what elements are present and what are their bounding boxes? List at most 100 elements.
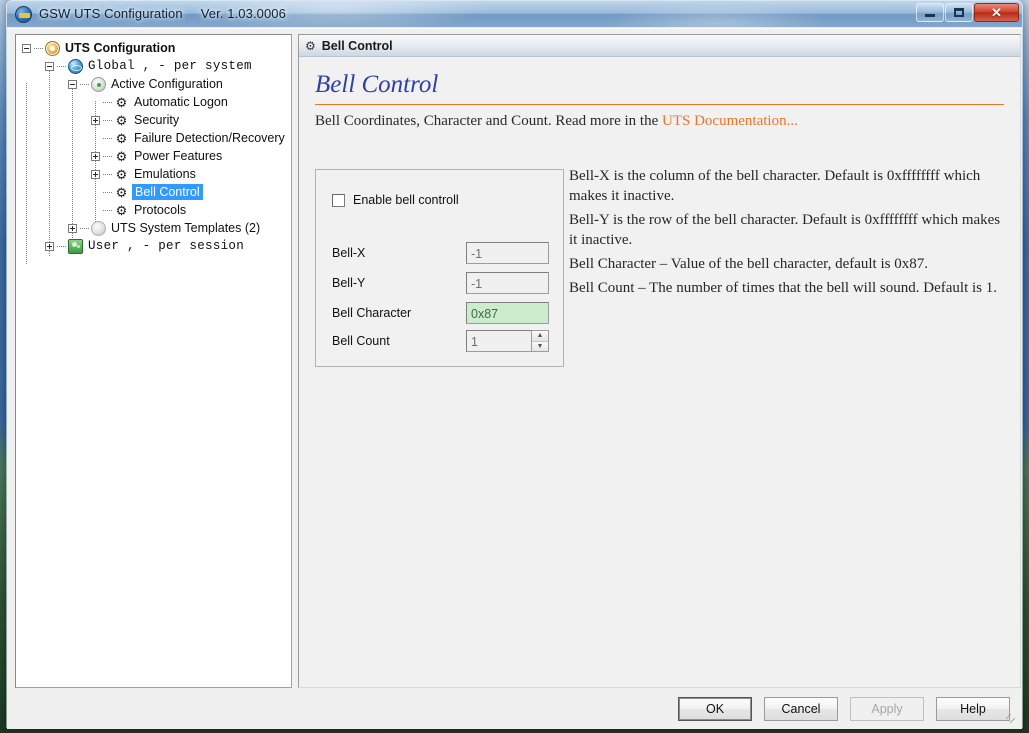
tree-node-label: User , - per session [88,239,245,253]
dark-gear-icon: ⚙ [115,130,128,146]
subtitle-text: Bell Coordinates, Character and Count. R… [315,113,662,129]
bell-y-input[interactable]: -1 [466,272,549,294]
tree-expand-icon[interactable] [68,223,77,233]
tree-node-automatic-logon[interactable]: ⚙ Automatic Logon [16,93,291,111]
help-button[interactable]: Help [936,697,1010,721]
bell-x-label: Bell-X [332,246,366,260]
panel-body: Bell Control Bell Coordinates, Character… [299,57,1020,686]
panel-subtitle: Bell Coordinates, Character and Count. R… [315,113,1004,130]
application-window: GSW UTS Configuration Ver. 1.03.0006 ✕ U… [6,0,1023,729]
tree-connector [80,83,89,85]
tree-node-uts-system-templates-2[interactable]: UTS System Templates (2) [16,219,291,237]
dark-gear-icon: ⚙ [115,148,128,164]
description-paragraph: Bell Count – The number of times that th… [569,279,997,296]
tree-connector [57,65,66,67]
bell-character-row: Bell Character 0x87 [332,302,549,324]
title-divider [315,104,1004,105]
tree-node-security[interactable]: ⚙ Security [16,111,291,129]
bell-x-row: Bell-X -1 [332,242,549,264]
bell-character-label: Bell Character [332,306,412,320]
tree-expand-icon[interactable] [91,151,100,161]
grey-gear-icon [91,220,106,236]
description-paragraph: Bell Character – Value of the bell chara… [569,255,928,272]
tree-node-active-configuration[interactable]: Active Configuration [16,75,291,93]
spinner-up-icon[interactable]: ▲ [532,331,548,342]
spinner-down-icon[interactable]: ▼ [532,341,548,351]
tree-node-label: Security [134,113,180,127]
tree-connector [103,209,112,211]
bell-count-input[interactable]: 1 [466,330,532,352]
tree-expand-icon[interactable] [45,241,54,251]
bell-x-input[interactable]: -1 [466,242,549,264]
window-controls: ✕ [915,3,1019,22]
tree-node-uts-configuration[interactable]: UTS Configuration [16,39,291,57]
tree-node-global-per-system[interactable]: Global , - per system [16,57,291,75]
tree-collapse-icon[interactable] [45,61,54,71]
bell-y-label: Bell-Y [332,276,366,290]
tree-connector [103,101,112,103]
dark-gear-icon: ⚙ [115,94,128,110]
tree-node-failure-detection-recovery[interactable]: ⚙ Failure Detection/Recovery [16,129,291,147]
maximize-icon [946,4,972,21]
description-paragraph: Bell-Y is the row of the bell character.… [569,211,1001,248]
tree-node-list: UTS Configuration Global , - per system Ac… [16,35,291,255]
tree-node-protocols[interactable]: ⚙ Protocols [16,201,291,219]
enable-bell-control-label: Enable bell controll [353,193,459,207]
tree-connector [103,155,112,157]
tree-connector [103,173,112,175]
dark-gear-icon: ⚙ [115,202,128,218]
gold-gear-icon [45,40,60,56]
tree-node-label: Active Configuration [111,77,223,91]
tree-collapse-icon[interactable] [22,43,31,53]
tree-connector [103,137,112,139]
close-icon: ✕ [991,4,1002,20]
bell-character-input[interactable]: 0x87 [466,302,549,324]
ok-button[interactable]: OK [678,697,752,721]
cancel-button[interactable]: Cancel [764,697,838,721]
gsw-logo-icon [15,6,32,23]
dialog-button-bar: OK Cancel Apply Help [678,697,1010,721]
apply-button: Apply [850,697,924,721]
uts-documentation-link[interactable]: UTS Documentation... [662,113,798,129]
desktop-background: GSW UTS Configuration Ver. 1.03.0006 ✕ U… [0,0,1029,733]
bell-count-row: Bell Count 1 ▲ ▼ [332,330,549,352]
tree-node-user-per-session[interactable]: User , - per session [16,237,291,255]
tree-node-label: Bell Control [132,184,203,200]
panel-header: ⚙ Bell Control [299,35,1020,57]
bell-settings-groupbox: Enable bell controll Bell-X -1 Bell-Y -1 Bel… [315,169,564,367]
tree-node-label: Automatic Logon [134,95,228,109]
minimize-icon [917,4,943,21]
window-titlebar[interactable]: GSW UTS Configuration Ver. 1.03.0006 ✕ [7,1,1022,28]
tree-expand-icon[interactable] [91,115,100,125]
bell-count-spinner[interactable]: ▲ ▼ [532,330,549,352]
close-button[interactable]: ✕ [974,3,1019,22]
tree-connector [34,47,43,49]
maximize-button[interactable] [945,3,973,22]
minimize-button[interactable] [916,3,944,22]
enable-bell-control-row[interactable]: Enable bell controll [332,193,459,207]
dark-gear-icon: ⚙ [115,184,128,200]
window-client-area: UTS Configuration Global , - per system Ac… [7,28,1022,729]
bell-count-label: Bell Count [332,334,390,348]
dark-gear-icon: ⚙ [115,112,128,128]
bell-y-row: Bell-Y -1 [332,272,549,294]
tree-connector [57,245,66,247]
tree-connector [103,119,112,121]
tree-connector [103,191,112,193]
tree-node-power-features[interactable]: ⚙ Power Features [16,147,291,165]
window-version-text: Ver. 1.03.0006 [200,6,286,21]
tree-node-emulations[interactable]: ⚙ Emulations [16,165,291,183]
tree-node-label: Global , - per system [88,59,252,73]
description-block: Bell-X is the column of the bell charact… [569,167,1003,303]
enable-bell-control-checkbox[interactable] [332,193,345,207]
tree-node-label: Power Features [134,149,223,163]
tree-connector [80,227,89,229]
resize-grip[interactable] [1006,714,1019,727]
tree-collapse-icon[interactable] [68,79,77,89]
tree-node-label: Emulations [134,167,196,181]
configuration-tree[interactable]: UTS Configuration Global , - per system Ac… [15,34,292,688]
tree-expand-icon[interactable] [91,169,100,179]
tree-node-bell-control[interactable]: ⚙ Bell Control [16,183,291,201]
users-icon [68,238,83,254]
window-title-text: GSW UTS Configuration [39,6,183,21]
